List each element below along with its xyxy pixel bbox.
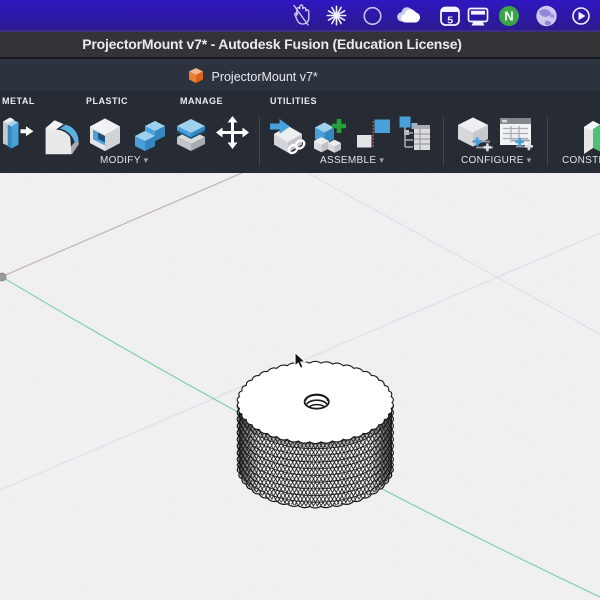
svg-text:5: 5 — [447, 14, 453, 26]
svg-text:N: N — [504, 9, 513, 24]
